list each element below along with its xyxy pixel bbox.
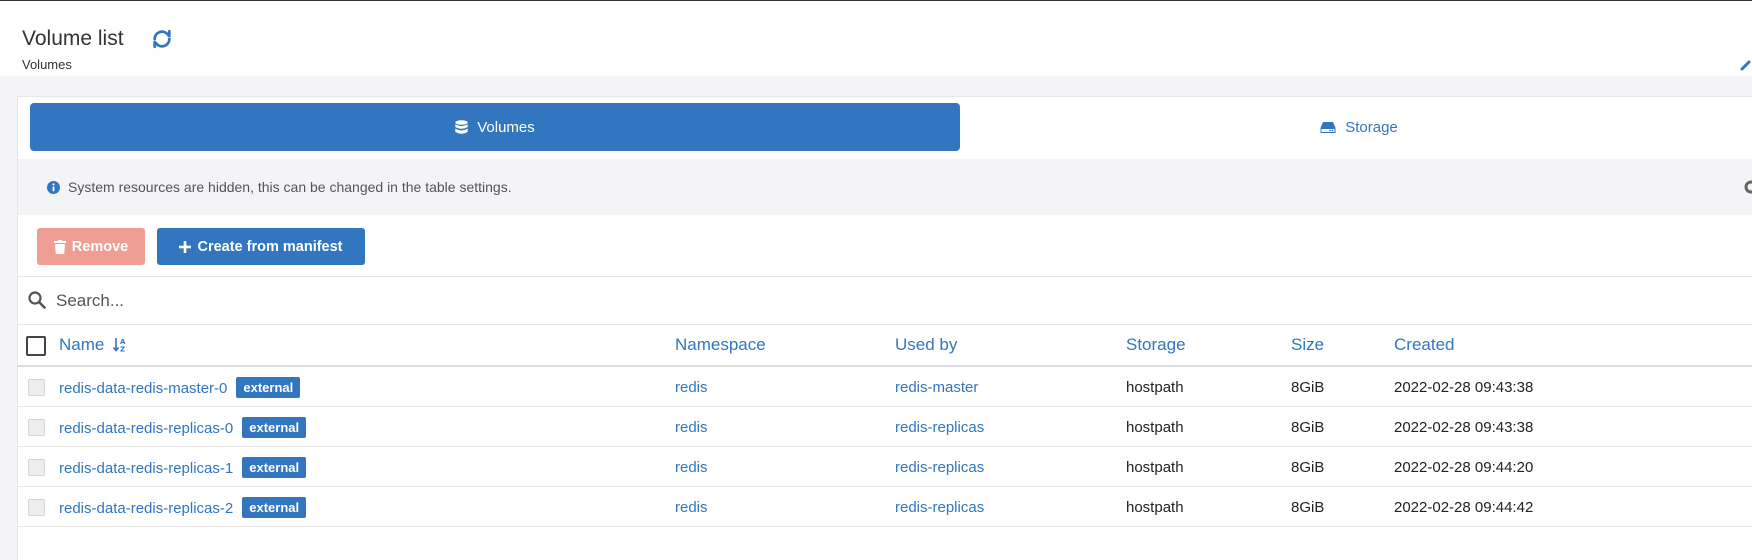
create-from-manifest-button[interactable]: Create from manifest [157,228,365,265]
info-circle-icon [47,180,60,194]
created-value: 2022-02-28 09:44:20 [1394,459,1534,476]
name-cell: redis-data-redis-master-0 external [59,377,301,398]
external-badge: external [242,417,307,438]
volume-name-link[interactable]: redis-data-redis-master-0 [59,380,227,397]
volumes-widget: Volumes Storage System resources are hid… [17,96,1752,560]
created-value: 2022-02-28 09:44:42 [1394,499,1534,516]
volume-name-link[interactable]: redis-data-redis-replicas-2 [59,500,233,517]
namespace-link[interactable]: redis [675,459,708,476]
select-all-checkbox[interactable] [26,336,46,356]
remove-button-label: Remove [71,238,129,255]
tab-volumes[interactable]: Volumes [30,103,960,151]
trash-icon [53,239,66,254]
tab-bar: Volumes Storage [30,103,1752,151]
page-title: Volume list [22,27,124,50]
info-bar: System resources are hidden, this can be… [18,159,1752,215]
page-header: Volume list Volumes [0,1,1752,76]
size-value: 8GiB [1291,459,1325,476]
svg-text:Z: Z [120,346,125,353]
external-badge: external [236,377,301,398]
row-checkbox[interactable] [28,459,45,476]
used-by-link[interactable]: redis-replicas [895,419,984,436]
created-value: 2022-02-28 09:43:38 [1394,379,1534,396]
plus-icon [179,240,192,253]
info-message: System resources are hidden, this can be… [68,179,512,195]
search-bar [18,276,1752,324]
table-header: Name A Z Namespace Used by Storage Size … [18,324,1752,367]
size-value: 8GiB [1291,379,1325,396]
search-icon [28,291,46,309]
column-header-storage[interactable]: Storage [1126,335,1186,355]
namespace-link[interactable]: redis [675,419,708,436]
column-name-label: Name [59,335,105,354]
used-by-link[interactable]: redis-replicas [895,499,984,516]
tab-storage-label: Storage [1345,118,1398,136]
table-row: redis-data-redis-master-0 external redis … [18,367,1752,407]
storage-value: hostpath [1126,459,1184,476]
name-cell: redis-data-redis-replicas-1 external [59,457,307,478]
name-cell: redis-data-redis-replicas-0 external [59,417,307,438]
used-by-link[interactable]: redis-replicas [895,459,984,476]
column-header-created[interactable]: Created [1394,335,1454,355]
breadcrumb[interactable]: Volumes [22,57,72,72]
created-value: 2022-02-28 09:43:38 [1394,419,1534,436]
volume-name-link[interactable]: redis-data-redis-replicas-1 [59,460,233,477]
volume-name-link[interactable]: redis-data-redis-replicas-0 [59,420,233,437]
create-button-label: Create from manifest [197,238,343,255]
size-value: 8GiB [1291,419,1325,436]
external-badge: external [242,497,307,518]
volumes-table: Name A Z Namespace Used by Storage Size … [18,324,1752,527]
storage-value: hostpath [1126,419,1184,436]
size-value: 8GiB [1291,499,1325,516]
row-checkbox[interactable] [28,419,45,436]
sort-alpha-icon[interactable]: A Z [112,337,127,354]
wrench-icon[interactable] [1740,57,1752,71]
name-cell: redis-data-redis-replicas-2 external [59,497,307,518]
refresh-icon[interactable] [151,28,173,50]
storage-value: hostpath [1126,379,1184,396]
database-icon [455,119,468,134]
tab-storage[interactable]: Storage [960,103,1752,151]
column-header-namespace[interactable]: Namespace [675,335,766,355]
namespace-link[interactable]: redis [675,379,708,396]
column-header-size[interactable]: Size [1291,335,1324,355]
used-by-link[interactable]: redis-master [895,379,978,396]
column-header-used-by[interactable]: Used by [895,335,957,355]
tab-volumes-label: Volumes [477,118,535,136]
table-row: redis-data-redis-replicas-1 external redi… [18,447,1752,487]
external-badge: external [242,457,307,478]
table-row: redis-data-redis-replicas-2 external redi… [18,487,1752,527]
row-checkbox[interactable] [28,379,45,396]
hard-drive-icon [1320,121,1336,133]
row-checkbox[interactable] [28,499,45,516]
column-header-name[interactable]: Name A Z [59,335,127,355]
table-row: redis-data-redis-replicas-0 external redi… [18,407,1752,447]
namespace-link[interactable]: redis [675,499,708,516]
gear-icon[interactable] [1743,179,1752,195]
remove-button[interactable]: Remove [37,228,145,265]
storage-value: hostpath [1126,499,1184,516]
search-input[interactable] [56,285,1656,317]
